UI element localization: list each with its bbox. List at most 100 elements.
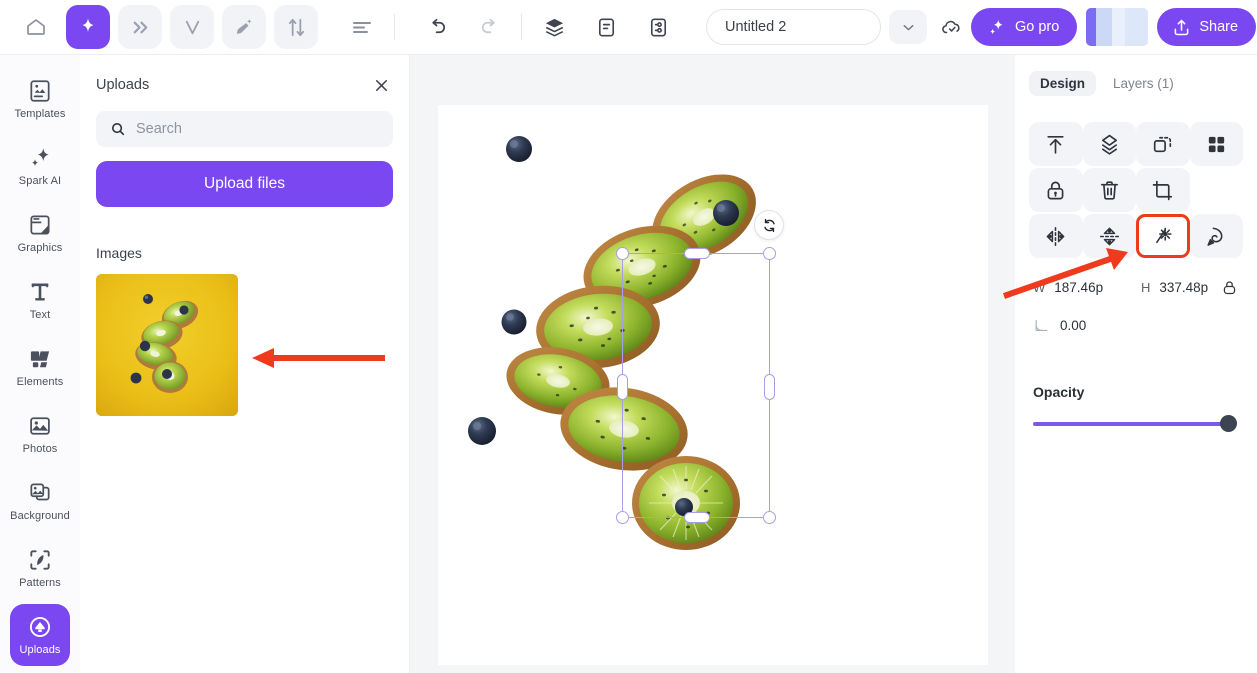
sidebar-item-photos[interactable]: Photos	[10, 403, 70, 465]
close-icon[interactable]	[369, 73, 393, 97]
double-chevron-right-icon[interactable]	[118, 5, 162, 49]
divider	[394, 14, 395, 40]
document-title-text: Untitled 2	[725, 19, 787, 35]
layers-stack-icon[interactable]	[532, 5, 576, 49]
home-icon[interactable]	[14, 5, 58, 49]
bring-to-front-button[interactable]	[1029, 122, 1083, 166]
swap-arrows-icon[interactable]	[274, 5, 318, 49]
share-button[interactable]: Share	[1157, 8, 1257, 46]
height-value: 337.48р	[1159, 280, 1209, 295]
flip-vertical-button[interactable]	[1082, 214, 1136, 258]
uploads-panel: Uploads Upload files Images	[80, 55, 410, 673]
delete-button[interactable]	[1082, 168, 1136, 212]
top-toolbar: Untitled 2 Go pro Share	[0, 0, 1257, 55]
sidebar-item-label: Graphics	[17, 242, 63, 254]
resize-handle-middle-right[interactable]	[764, 374, 775, 400]
resize-panel-icon[interactable]	[636, 5, 680, 49]
chevron-down-icon[interactable]	[889, 10, 927, 44]
photos-icon	[27, 413, 53, 439]
tab-design[interactable]: Design	[1029, 71, 1097, 96]
resize-handle-bottom-center[interactable]	[684, 512, 710, 523]
loading-skeleton-placeholder	[1086, 8, 1149, 46]
sidebar-item-graphics[interactable]: Graphics	[10, 202, 70, 264]
resize-handle-top-right[interactable]	[763, 247, 776, 260]
rotate-handle-icon[interactable]	[754, 210, 784, 240]
width-field[interactable]: W 187.46р	[1033, 280, 1141, 295]
background-icon	[27, 480, 53, 506]
sidebar-item-label: Background	[10, 510, 70, 522]
resize-handle-bottom-left[interactable]	[616, 511, 629, 524]
resize-handle-top-left[interactable]	[616, 247, 629, 260]
resize-handle-top-center[interactable]	[684, 248, 710, 259]
right-properties-panel: Design Layers (1) W 187.46р H 337.48р 0.…	[1015, 55, 1257, 673]
sidebar-item-elements[interactable]: Elements	[10, 336, 70, 398]
duplicate-icon	[1150, 132, 1175, 157]
graphics-icon	[27, 212, 53, 238]
document-icon[interactable]	[584, 5, 628, 49]
sidebar-item-label: Elements	[16, 376, 64, 388]
width-label: W	[1033, 280, 1046, 295]
redo-icon[interactable]	[467, 5, 511, 49]
background-remover-button[interactable]	[1189, 214, 1243, 258]
bring-forward-button[interactable]	[1082, 122, 1136, 166]
sidebar-item-uploads[interactable]: Uploads	[10, 604, 70, 666]
search-box[interactable]	[96, 111, 393, 147]
sidebar-item-spark-ai[interactable]: Spark AI	[10, 135, 70, 197]
go-pro-button[interactable]: Go pro	[971, 8, 1078, 46]
rotation-angle-field[interactable]: 0.00	[1029, 317, 1243, 334]
opacity-slider-knob[interactable]	[1220, 415, 1237, 432]
uploads-panel-title: Uploads	[96, 77, 150, 93]
share-upload-icon	[1171, 17, 1192, 38]
letter-v-icon[interactable]	[170, 5, 214, 49]
document-title-input[interactable]: Untitled 2	[706, 9, 881, 45]
position-grid-button[interactable]	[1189, 122, 1243, 166]
object-tools-grid	[1029, 122, 1243, 258]
sidebar-item-label: Photos	[22, 443, 58, 455]
grid-four-squares-icon	[1205, 133, 1228, 156]
flip-horizontal-button[interactable]	[1029, 214, 1083, 258]
sidebar-item-label: Patterns	[19, 577, 61, 589]
dimensions-row: W 187.46р H 337.48р	[1029, 278, 1243, 297]
resize-handle-middle-left[interactable]	[617, 374, 628, 400]
text-icon	[27, 279, 53, 305]
opacity-slider-track	[1033, 422, 1231, 426]
magic-wand-button[interactable]	[1136, 214, 1190, 258]
lock-icon	[1043, 178, 1068, 203]
lock-button[interactable]	[1029, 168, 1083, 212]
undo-icon[interactable]	[415, 5, 459, 49]
sidebar-item-templates[interactable]: Templates	[10, 68, 70, 130]
height-field[interactable]: H 337.48р	[1141, 280, 1208, 295]
tab-layers[interactable]: Layers (1)	[1102, 71, 1185, 96]
flip-vertical-icon	[1097, 224, 1122, 249]
flip-horizontal-icon	[1043, 224, 1068, 249]
uploads-panel-header: Uploads	[96, 73, 393, 97]
opacity-slider[interactable]	[1033, 415, 1237, 432]
sparkle-icon	[27, 145, 53, 171]
empty-slot	[1190, 168, 1244, 212]
cloud-saved-icon[interactable]	[933, 10, 971, 44]
panel-tabs: Design Layers (1)	[1029, 71, 1243, 96]
upload-files-button[interactable]: Upload files	[96, 161, 393, 207]
sidebar-item-label: Templates	[14, 108, 66, 120]
uploads-icon	[27, 614, 53, 640]
hamburger-menu-icon[interactable]	[340, 5, 384, 49]
uploaded-image-thumbnail[interactable]	[96, 274, 238, 416]
magic-paint-icon[interactable]	[222, 5, 266, 49]
crop-button[interactable]	[1136, 168, 1190, 212]
sidebar-item-text[interactable]: Text	[10, 269, 70, 331]
templates-icon	[27, 78, 53, 104]
share-label: Share	[1199, 19, 1239, 35]
magic-wand-icon	[1150, 224, 1175, 249]
thumbnail-artwork	[96, 274, 238, 416]
resize-handle-bottom-right[interactable]	[763, 511, 776, 524]
sidebar-item-background[interactable]: Background	[10, 470, 70, 532]
sidebar-item-patterns[interactable]: Patterns	[10, 537, 70, 599]
duplicate-button[interactable]	[1136, 122, 1190, 166]
selection-bounding-box[interactable]	[616, 247, 776, 524]
trash-icon	[1097, 178, 1122, 203]
sparkle-ai-button[interactable]	[66, 5, 110, 49]
lock-aspect-ratio-icon[interactable]	[1220, 278, 1239, 297]
sidebar-item-label: Uploads	[19, 644, 61, 656]
arrow-up-to-line-icon	[1043, 132, 1068, 157]
search-input[interactable]	[136, 121, 379, 137]
